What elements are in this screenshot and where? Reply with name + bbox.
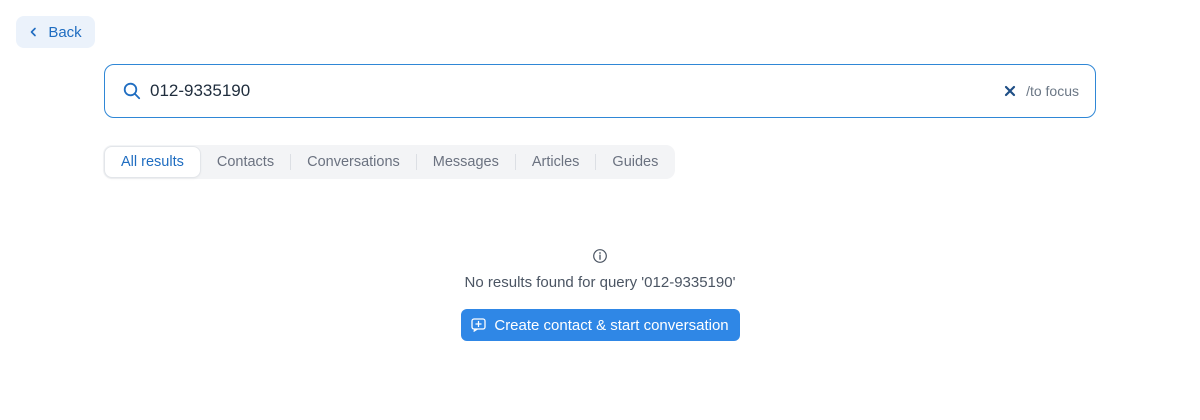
back-label: Back [48,23,82,41]
search-input[interactable] [150,81,1005,101]
close-icon[interactable] [1004,85,1016,97]
search-page: Back /to focus All results Contacts Conv… [0,0,1200,420]
tab-all-results[interactable]: All results [104,146,201,178]
info-icon [592,248,608,264]
search-icon [123,82,141,100]
focus-shortcut-hint: /to focus [1026,83,1079,99]
no-results-message: No results found for query '012-9335190' [464,274,736,291]
chevron-left-icon [29,27,38,37]
tab-messages[interactable]: Messages [417,146,515,178]
search-bar: /to focus [104,64,1096,118]
tab-guides[interactable]: Guides [596,146,674,178]
tab-contacts[interactable]: Contacts [201,146,290,178]
tab-conversations[interactable]: Conversations [291,146,416,178]
create-contact-button[interactable]: Create contact & start conversation [460,309,740,341]
create-contact-label: Create contact & start conversation [494,316,729,334]
back-button[interactable]: Back [16,16,95,48]
tab-articles[interactable]: Articles [516,146,596,178]
message-plus-icon [471,318,487,332]
empty-state: No results found for query '012-9335190'… [0,248,1200,341]
result-tabs: All results Contacts Conversations Messa… [103,145,676,179]
